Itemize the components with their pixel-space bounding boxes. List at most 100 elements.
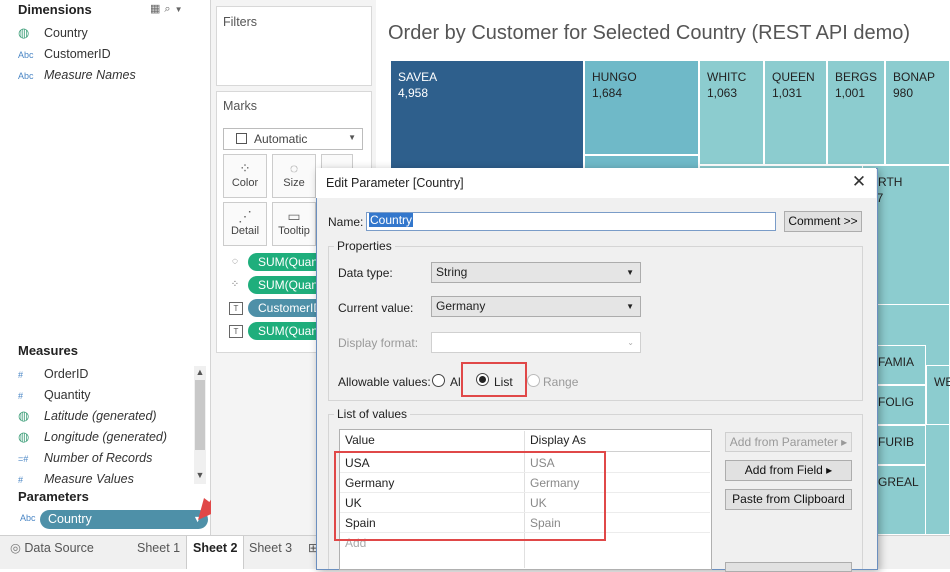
tile-value: 1,001 [835,86,866,100]
name-label: Name: [328,215,364,229]
mark-type-icon [236,133,247,144]
encoding-icon: ⁘ [230,279,240,290]
color-icon: ⁘ [239,160,251,176]
close-icon[interactable]: ✕ [849,172,869,192]
treemap-tile[interactable]: BONAP 980 [885,60,950,165]
filters-title: Filters [223,15,258,29]
tile-name: WHITC [707,70,747,84]
mark-type-dropdown[interactable]: Automatic ▼ [223,128,363,150]
field-label: Measure Values [44,472,134,486]
add-from-parameter-button: Add from Parameter ▸ [725,432,852,452]
tab-data-source[interactable]: ◎ Data Source [4,536,100,569]
number-icon: # [18,370,24,380]
comment-button[interactable]: Comment >> [784,211,862,232]
encoding-icon: ◌ [232,256,238,267]
parameter-label: Country [48,512,92,526]
column-display-header[interactable]: Display As [530,433,586,447]
size-icon: ◌ [289,160,299,176]
scroll-up-icon[interactable]: ▲ [194,367,206,377]
tile-name: FAMIA [878,355,915,369]
tab-sheet-2[interactable]: Sheet 2 [186,536,245,569]
field-item[interactable]: Abc CustomerID [18,44,111,64]
treemap-tile[interactable]: FURIB [870,425,926,465]
field-item[interactable]: ◍ Longitude (generated) [18,427,167,447]
column-value-header[interactable]: Value [345,433,375,447]
data-pane-tools[interactable]: ▦⌕▼ [150,2,187,16]
database-icon: ◎ [10,541,21,555]
display-format-select: ⌄ [431,332,641,353]
name-input-value: Country [369,213,414,227]
field-item[interactable]: # Quantity [18,385,91,405]
tile-name: HUNGO [592,70,637,84]
treemap-tile[interactable]: BERGS 1,001 [827,60,885,165]
add-from-field-button[interactable]: Add from Field ▸ [725,460,852,481]
add-from-parameter-label: Add from Parameter [729,435,838,449]
tile-name: GREAL [878,475,919,489]
data-type-value: String [436,265,468,279]
allowable-all-radio[interactable] [432,374,445,387]
treemap-tile[interactable]: QUEEN 1,031 [764,60,827,165]
tab-sheet-3[interactable]: Sheet 3 [243,536,298,569]
field-item[interactable]: =# Number of Records [18,448,152,468]
display-format-label: Display format: [338,336,419,350]
list-of-values-title: List of values [334,407,411,421]
current-value-select[interactable]: Germany ▼ [431,296,641,317]
tile-name: BONAP [893,70,936,84]
tab-sheet-1[interactable]: Sheet 1 [131,536,186,569]
view-options-icon[interactable]: ▦ [150,3,164,15]
lower-button[interactable] [725,562,852,572]
abc-icon: Abc [18,71,34,81]
allowable-range-label: Range [543,375,579,389]
treemap-tile[interactable]: FOLIG [870,385,926,425]
tile-value: 1,031 [772,86,803,100]
paste-from-clipboard-button[interactable]: Paste from Clipboard [725,489,852,510]
data-type-select[interactable]: String ▼ [431,262,641,283]
marks-color-button[interactable]: ⁘ Color [223,154,267,198]
tile-value: 980 [893,86,914,100]
dialog-title: Edit Parameter [Country] [326,176,464,190]
marks-detail-label: Detail [230,225,260,237]
abc-icon: Abc [20,513,36,523]
search-icon[interactable]: ⌕ [164,3,174,15]
abc-icon: Abc [18,50,34,60]
treemap-tile[interactable]: WHITC 1,063 [699,60,764,165]
allowable-values-label: Allowable values: [338,375,431,389]
tooltip-icon: ▭ [287,208,301,224]
name-input[interactable]: Country [366,212,776,231]
tile-name: FOLIG [878,395,915,409]
treemap-tile[interactable]: HUNGO 1,684 [584,60,699,155]
tab-data-source-label: Data Source [24,541,94,555]
parameters-heading: Parameters [18,489,89,504]
globe-icon: ◍ [18,429,30,444]
field-item[interactable]: ◍ Country [18,23,88,43]
field-item[interactable]: ◍ Latitude (generated) [18,406,157,426]
tile-name: QUEEN [772,70,815,84]
tile-name: BERGS [835,70,878,84]
mark-type-value: Automatic [254,132,308,146]
chevron-right-icon: ▸ [826,463,833,477]
highlight-box [334,451,606,541]
field-item[interactable]: # Measure Values [18,469,134,489]
field-label: Longitude (generated) [44,430,168,444]
globe-icon: ◍ [18,25,30,40]
treemap-tile[interactable]: FAMIA [870,345,926,385]
field-item[interactable]: # OrderID [18,364,88,384]
menu-arrow-icon[interactable]: ▼ [175,5,187,14]
measures-scroll-thumb[interactable] [195,380,205,450]
treemap-tile[interactable]: WE [926,365,950,425]
chevron-down-icon: ▼ [626,268,634,277]
field-label: Number of Records [44,451,153,465]
treemap-tile[interactable]: GREAL [870,465,926,535]
marks-size-button[interactable]: ◌ Size [272,154,316,198]
chevron-down-icon: ⌄ [627,338,634,347]
highlight-box [461,362,527,397]
parameter-country-pill[interactable]: Country ▼ [40,510,208,529]
tile-name: WE [934,375,950,389]
tile-value: 1,684 [592,86,623,100]
marks-detail-button[interactable]: ⋰ Detail [223,202,267,246]
data-type-label: Data type: [338,266,393,280]
marks-tooltip-button[interactable]: ▭ Tooltip [272,202,316,246]
globe-icon: ◍ [18,408,30,423]
field-label: Latitude (generated) [44,409,157,423]
field-item[interactable]: Abc Measure Names [18,65,136,85]
